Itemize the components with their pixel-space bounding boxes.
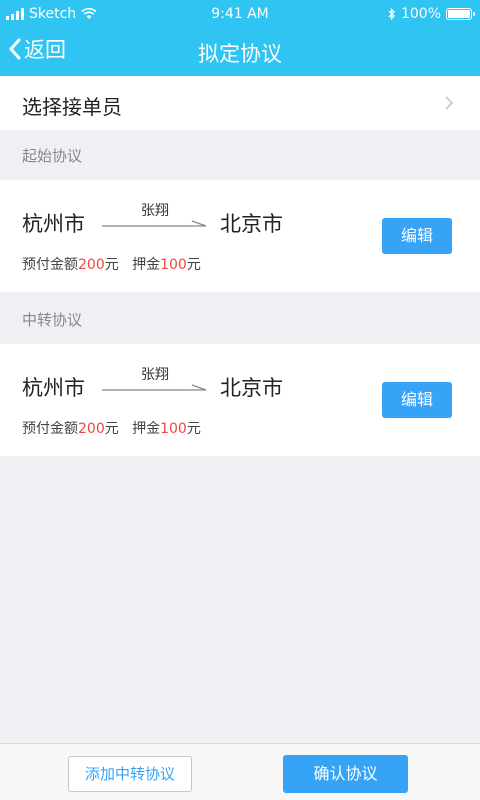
destination-city: 北京市 [220,212,283,236]
prepaid-label: 预付金额 [22,421,78,437]
agreement-card-start: 杭州市 张翔 北京市 预付金额200元 押金100元 编辑 [0,180,480,292]
edit-button[interactable]: 编辑 [382,382,452,418]
agreement-card-transfer: 杭州市 张翔 北京市 预付金额200元 押金100元 编辑 [0,344,480,456]
prepaid-unit: 元 [104,257,119,273]
status-bar: Sketch 9:41 AM 100% [0,0,480,26]
price-info: 预付金额200元 押金100元 [22,418,201,438]
deposit-unit: 元 [186,421,201,437]
deposit-label: 押金 [132,257,161,273]
section-title-start: 起始协议 [22,147,83,165]
prepaid-label: 预付金额 [22,257,78,273]
arrow-right-icon [102,384,207,391]
status-right: 100% [388,6,475,22]
deposit-label: 押金 [132,421,161,437]
add-transfer-agreement-button[interactable]: 添加中转协议 [68,756,192,792]
select-driver-row[interactable]: 选择接单员 [0,76,480,130]
destination-city: 北京市 [220,376,283,400]
footer-bar: 添加中转协议 确认协议 [0,743,480,800]
deposit-unit: 元 [186,257,201,273]
bluetooth-icon [388,8,395,20]
driver-name: 张翔 [141,203,169,219]
page-title: 拟定协议 [198,42,282,66]
prepaid-value: 200 [78,421,105,437]
prepaid-unit: 元 [104,421,119,437]
prepaid-value: 200 [78,257,105,273]
arrow-right-icon [102,220,207,227]
confirm-agreement-button[interactable]: 确认协议 [283,755,408,793]
origin-city: 杭州市 [22,212,85,236]
battery-icon [446,8,475,20]
driver-name: 张翔 [141,367,169,383]
nav-bar: 返回 拟定协议 [0,26,480,76]
select-driver-label: 选择接单员 [22,95,122,119]
origin-city: 杭州市 [22,376,85,400]
chevron-right-icon [445,96,454,110]
edit-button[interactable]: 编辑 [382,218,452,254]
price-info: 预付金额200元 押金100元 [22,254,201,274]
deposit-value: 100 [160,257,187,273]
deposit-value: 100 [160,421,187,437]
section-title-transfer: 中转协议 [22,311,83,329]
header-bar: Sketch 9:41 AM 100% 返回 拟定协议 [0,0,480,76]
battery-percent: 100% [400,6,441,22]
